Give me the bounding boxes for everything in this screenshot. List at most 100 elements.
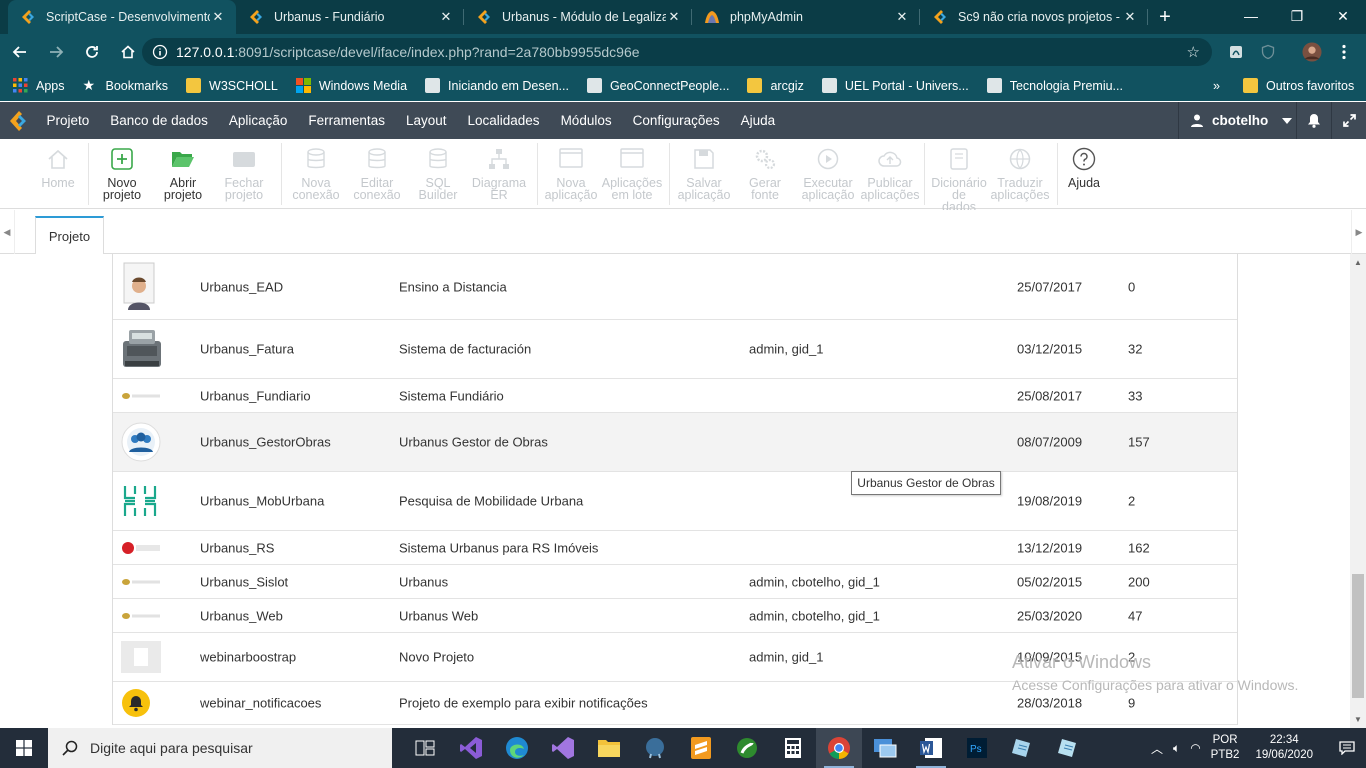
menu-item[interactable]: Layout xyxy=(395,102,457,139)
new-tab-button[interactable]: + xyxy=(1148,0,1182,34)
menu-item[interactable]: Módulos xyxy=(550,102,622,139)
browser-tab[interactable]: Urbanus - Fundiário ✕ xyxy=(236,0,464,34)
menu-item[interactable]: Projeto xyxy=(36,102,100,139)
scriptcase-logo-icon[interactable] xyxy=(0,102,36,139)
project-row[interactable]: Urbanus_Sislot Urbanus admin, cbotelho, gi… xyxy=(113,565,1237,599)
project-row[interactable]: Urbanus_GestorObras Urbanus Gestor de Obr… xyxy=(113,413,1237,472)
sublime-text-icon[interactable] xyxy=(678,728,724,768)
photoshop-icon[interactable]: Ps xyxy=(954,728,1000,768)
reload-button[interactable] xyxy=(76,36,108,68)
project-row[interactable]: Urbanus_RS Sistema Urbanus para RS Imóvei… xyxy=(113,531,1237,565)
toolbar-button-save[interactable]: Salvar aplicação xyxy=(672,147,736,201)
pgadmin-icon[interactable] xyxy=(632,728,678,768)
scroll-down-arrow-icon[interactable]: ▼ xyxy=(1354,715,1362,724)
tab-close-icon[interactable]: ✕ xyxy=(894,9,910,25)
eclipse-icon[interactable] xyxy=(724,728,770,768)
bookmarks-overflow-button[interactable]: » xyxy=(1204,74,1229,98)
wifi-icon[interactable]: ◠ xyxy=(1185,741,1205,755)
toolbar-button-home[interactable]: Home xyxy=(26,147,90,189)
notifications-button[interactable] xyxy=(1296,102,1331,139)
other-bookmarks[interactable]: Outros favoritos xyxy=(1234,74,1363,98)
menu-item[interactable]: Ajuda xyxy=(730,102,786,139)
tab-close-icon[interactable]: ✕ xyxy=(438,9,454,25)
scroll-up-arrow-icon[interactable]: ▲ xyxy=(1354,258,1362,267)
remote-desktop-icon[interactable] xyxy=(862,728,908,768)
toolbar-button-diagram[interactable]: Diagrama ER xyxy=(467,147,531,201)
user-menu[interactable]: cbotelho xyxy=(1178,102,1296,139)
scrollbar-thumb[interactable] xyxy=(1352,574,1364,698)
tab-close-icon[interactable]: ✕ xyxy=(1122,9,1138,25)
bookmark-item[interactable]: Iniciando em Desen... xyxy=(416,74,578,98)
toolbar-button-database[interactable]: Nova conexão xyxy=(284,147,348,201)
bookmark-item[interactable]: Windows Media xyxy=(287,74,416,98)
menu-item[interactable]: Aplicação xyxy=(218,102,298,139)
bookmark-item[interactable]: GeoConnectPeople... xyxy=(578,74,739,98)
menu-item[interactable]: Configurações xyxy=(622,102,730,139)
tab-close-icon[interactable]: ✕ xyxy=(666,9,682,25)
notepad-2-icon[interactable] xyxy=(1046,728,1092,768)
volume-icon[interactable]: 🔈︎ xyxy=(1168,741,1185,756)
toolbar-button-open-folder[interactable]: Abrir projeto xyxy=(151,147,215,201)
browser-tab[interactable]: phpMyAdmin ✕ xyxy=(692,0,920,34)
toolbar-button-new-app[interactable]: Nova aplicação xyxy=(539,147,603,201)
bookmark-item[interactable]: Apps xyxy=(4,74,74,98)
toolbar-button-database-edit[interactable]: Editar conexão xyxy=(345,147,409,201)
browser-tab[interactable]: Urbanus - Módulo de Legalização✕ xyxy=(464,0,692,34)
bookmark-item[interactable]: W3SCHOLL xyxy=(177,74,287,98)
bookmark-item[interactable]: UEL Portal - Univers... xyxy=(813,74,978,98)
calculator-icon[interactable] xyxy=(770,728,816,768)
visual-studio-2-icon[interactable] xyxy=(540,728,586,768)
word-icon[interactable] xyxy=(908,728,954,768)
tab-close-icon[interactable]: ✕ xyxy=(210,9,226,25)
menu-item[interactable]: Ferramentas xyxy=(298,102,396,139)
toolbar-button-new-project[interactable]: Novo projeto xyxy=(90,147,154,201)
notepad-icon[interactable] xyxy=(1000,728,1046,768)
toolbar-button-close-folder[interactable]: Fechar projeto xyxy=(212,147,276,201)
edge-icon[interactable] xyxy=(494,728,540,768)
tray-overflow-icon[interactable]: ︿ xyxy=(1146,740,1168,757)
url-field[interactable]: 127.0.0.1:8091/scriptcase/devel/iface/in… xyxy=(142,38,1212,66)
project-row[interactable]: Urbanus_EAD Ensino a Distancia 25/07/2017 0 xyxy=(113,254,1237,320)
pdf-extension-icon[interactable] xyxy=(1226,42,1246,62)
file-explorer-icon[interactable] xyxy=(586,728,632,768)
browser-tab[interactable]: ScriptCase - Desenvolvimento ✕ xyxy=(8,0,236,34)
bookmark-item[interactable]: Tecnologia Premiu... xyxy=(978,74,1132,98)
bookmark-star-icon[interactable]: ☆ xyxy=(1187,43,1200,61)
start-button[interactable] xyxy=(0,728,48,768)
maximize-button[interactable]: ❐ xyxy=(1274,0,1320,32)
toolbar-button-batch-apps[interactable]: Aplicações em lote xyxy=(600,147,664,201)
visual-studio-icon[interactable] xyxy=(448,728,494,768)
bookmark-item[interactable]: ★ Bookmarks xyxy=(74,74,178,98)
menu-dots-icon[interactable] xyxy=(1334,42,1354,62)
tabs-scroll-right-button[interactable]: ▶ xyxy=(1351,210,1366,254)
action-center-icon[interactable] xyxy=(1328,741,1366,755)
forward-button[interactable] xyxy=(40,36,72,68)
toolbar-button-play[interactable]: Executar aplicação xyxy=(796,147,860,201)
back-button[interactable] xyxy=(4,36,36,68)
home-button[interactable] xyxy=(112,36,144,68)
toolbar-button-dictionary[interactable]: Dicionário de dados xyxy=(927,147,991,213)
clock[interactable]: 22:34 19/06/2020 xyxy=(1250,733,1318,763)
tabs-scroll-left-button[interactable]: ◀ xyxy=(0,210,15,254)
project-row[interactable]: Urbanus_Web Urbanus Web admin, cbotelho, g… xyxy=(113,599,1237,633)
language-indicator[interactable]: POR PTB2 xyxy=(1206,733,1245,763)
toolbar-button-translate[interactable]: Traduzir aplicações xyxy=(988,147,1052,201)
toolbar-button-gears[interactable]: Gerar fonte xyxy=(733,147,797,201)
shield-extension-icon[interactable] xyxy=(1258,42,1278,62)
task-view-icon[interactable] xyxy=(402,728,448,768)
toolbar-button-cloud-upload[interactable]: Publicar aplicações xyxy=(858,147,922,201)
toolbar-button-help[interactable]: Ajuda xyxy=(1052,147,1116,189)
profile-avatar[interactable] xyxy=(1302,42,1322,62)
toolbar-button-sql-builder[interactable]: SQL Builder xyxy=(406,147,470,201)
vertical-scrollbar[interactable]: ▲ ▼ xyxy=(1350,254,1366,728)
taskbar-search-box[interactable]: Digite aqui para pesquisar xyxy=(48,728,392,768)
browser-tab[interactable]: Sc9 não cria novos projetos - F ✕ xyxy=(920,0,1148,34)
bookmark-item[interactable]: arcgiz xyxy=(738,74,812,98)
menu-item[interactable]: Localidades xyxy=(457,102,550,139)
minimize-button[interactable]: — xyxy=(1228,0,1274,32)
project-row[interactable]: Urbanus_Fatura Sistema de facturación admi… xyxy=(113,320,1237,379)
tab-projeto[interactable]: Projeto xyxy=(35,216,104,254)
menu-item[interactable]: Banco de dados xyxy=(100,102,219,139)
project-row[interactable]: Urbanus_MobUrbana Pesquisa de Mobilidade … xyxy=(113,472,1237,531)
close-window-button[interactable]: ✕ xyxy=(1320,0,1366,32)
